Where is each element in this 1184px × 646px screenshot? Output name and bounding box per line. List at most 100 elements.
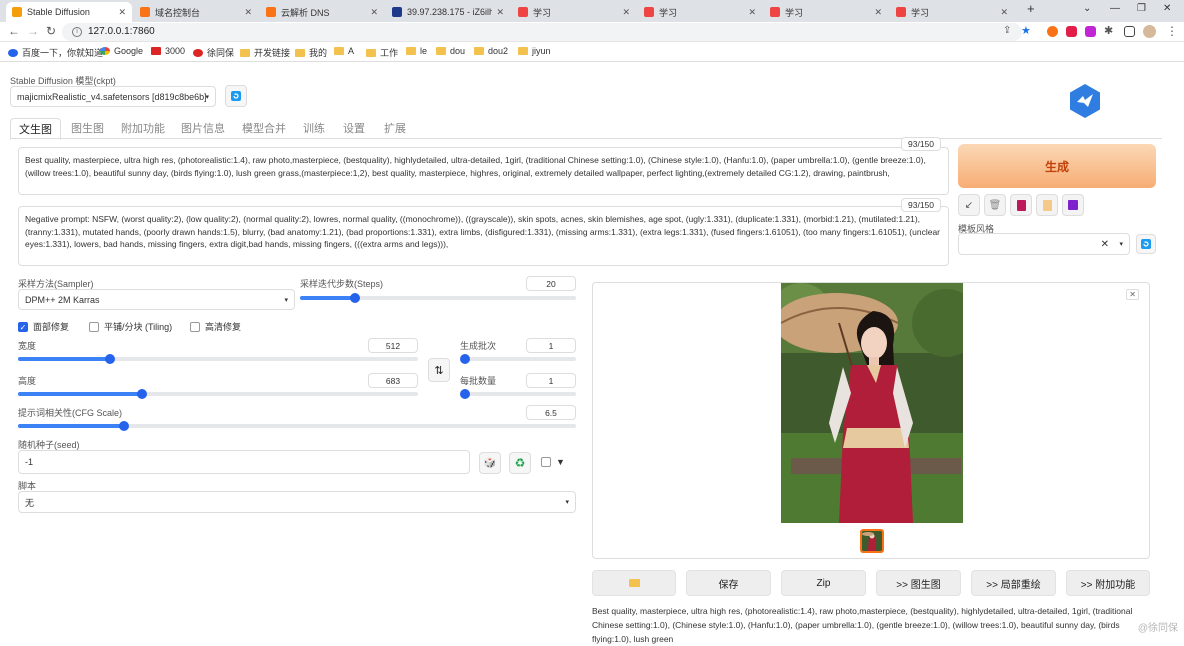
close-tab-icon[interactable]: ✕ bbox=[496, 7, 504, 18]
close-tab-icon[interactable]: ✕ bbox=[874, 7, 882, 18]
extra-seed-checkbox[interactable]: ▼ bbox=[541, 457, 565, 467]
seed-input[interactable]: -1 bbox=[18, 450, 470, 474]
close-window-icon[interactable]: ✕ bbox=[1163, 3, 1171, 14]
reuse-seed-button[interactable]: ♻ bbox=[509, 452, 531, 474]
side-panel-icon[interactable] bbox=[1124, 26, 1135, 37]
close-tab-icon[interactable]: ✕ bbox=[622, 7, 630, 18]
negative-prompt-textarea[interactable]: Negative prompt: NSFW, (worst quality:2)… bbox=[18, 206, 949, 266]
clear-x-icon[interactable]: ✕ bbox=[1101, 239, 1109, 250]
close-tab-icon[interactable]: ✕ bbox=[370, 7, 378, 18]
sampler-select[interactable]: DPM++ 2M Karras ▾ bbox=[18, 289, 295, 310]
bookmark-star-icon[interactable]: ★ bbox=[1021, 24, 1031, 37]
extension-icon[interactable] bbox=[1047, 26, 1058, 37]
tab-extras[interactable]: 附加功能 bbox=[121, 120, 165, 136]
tab-settings[interactable]: 设置 bbox=[343, 120, 365, 136]
steps-slider[interactable] bbox=[300, 293, 576, 303]
share-icon[interactable]: ⇪ bbox=[1003, 25, 1011, 36]
browser-tab[interactable]: 域名控制台 ✕ bbox=[134, 2, 258, 22]
close-tab-icon[interactable]: ✕ bbox=[748, 7, 756, 18]
bookmark-item[interactable]: 3000 bbox=[151, 46, 185, 56]
bookmark-folder[interactable]: 工作 bbox=[366, 46, 398, 59]
browser-tab[interactable]: 学习 ✕ bbox=[638, 2, 762, 22]
generated-image[interactable] bbox=[781, 283, 963, 523]
bookmark-folder[interactable]: A bbox=[334, 46, 354, 56]
restore-faces-checkbox[interactable]: ✓ 面部修复 bbox=[18, 320, 69, 333]
bookmark-folder[interactable]: jiyun bbox=[518, 46, 551, 56]
open-folder-button[interactable] bbox=[592, 570, 676, 596]
cfg-slider[interactable] bbox=[18, 421, 576, 431]
height-input[interactable]: 683 bbox=[368, 373, 418, 388]
browser-tab[interactable]: Stable Diffusion ✕ bbox=[6, 2, 132, 22]
send-to-inpaint-button[interactable]: >> 局部重绘 bbox=[971, 570, 1056, 596]
tab-txt2img[interactable]: 文生图 bbox=[10, 118, 61, 140]
slider-handle[interactable] bbox=[460, 354, 470, 364]
send-to-img2img-button[interactable]: >> 图生图 bbox=[876, 570, 961, 596]
model-select[interactable]: majicmixRealistic_v4.safetensors [d819c8… bbox=[10, 86, 216, 107]
minimize-icon[interactable]: — bbox=[1110, 3, 1120, 14]
bookmark-item[interactable]: 徐同保 bbox=[193, 46, 234, 59]
close-x-icon[interactable]: ✕ bbox=[1126, 289, 1139, 300]
tab-checkpoint-merger[interactable]: 模型合并 bbox=[242, 120, 286, 136]
steps-input[interactable]: 20 bbox=[526, 276, 576, 291]
generate-button[interactable]: 生成 bbox=[958, 144, 1156, 188]
browser-tab[interactable]: 云解析 DNS ✕ bbox=[260, 2, 384, 22]
save-style-button[interactable] bbox=[1062, 194, 1084, 216]
browser-menu-icon[interactable]: ⋮ bbox=[1166, 24, 1178, 38]
prompt-textarea[interactable]: Best quality, masterpiece, ultra high re… bbox=[18, 147, 949, 195]
bookmark-folder[interactable]: dou bbox=[436, 46, 465, 56]
height-slider[interactable] bbox=[18, 389, 418, 399]
slider-handle[interactable] bbox=[350, 293, 361, 303]
refresh-model-button[interactable] bbox=[225, 85, 247, 107]
slider-handle[interactable] bbox=[137, 389, 147, 399]
maximize-icon[interactable]: ❐ bbox=[1137, 3, 1146, 14]
slider-handle[interactable] bbox=[119, 421, 130, 431]
batch-count-input[interactable]: 1 bbox=[526, 338, 576, 353]
tab-png-info[interactable]: 图片信息 bbox=[181, 120, 225, 136]
swap-dimensions-button[interactable]: ⇅ bbox=[428, 358, 450, 382]
apply-style-button[interactable] bbox=[1036, 194, 1058, 216]
tab-extensions[interactable]: 扩展 bbox=[384, 120, 406, 136]
tab-img2img[interactable]: 图生图 bbox=[71, 120, 104, 136]
width-slider[interactable] bbox=[18, 354, 418, 364]
batch-size-input[interactable]: 1 bbox=[526, 373, 576, 388]
back-arrow-icon[interactable]: ← bbox=[8, 24, 20, 38]
browser-tab[interactable]: 学习 ✕ bbox=[890, 2, 1014, 22]
zip-button[interactable]: Zip bbox=[781, 570, 866, 596]
show-extra-networks-button[interactable] bbox=[1010, 194, 1032, 216]
width-input[interactable]: 512 bbox=[368, 338, 418, 353]
batch-size-slider[interactable] bbox=[460, 389, 576, 399]
batch-count-slider[interactable] bbox=[460, 354, 576, 364]
style-select[interactable]: ✕ ▾ bbox=[958, 233, 1130, 255]
site-info-icon[interactable]: i bbox=[72, 27, 82, 37]
browser-tab[interactable]: 学习 ✕ bbox=[764, 2, 888, 22]
close-tab-icon[interactable]: ✕ bbox=[118, 7, 126, 18]
close-tab-icon[interactable]: ✕ bbox=[244, 7, 252, 18]
clear-prompt-button[interactable]: 🗑 bbox=[984, 194, 1006, 216]
tab-search-chevron-icon[interactable]: ⌄ bbox=[1083, 3, 1091, 14]
bookmark-item[interactable]: 百度一下，你就知道 bbox=[8, 46, 103, 59]
hires-fix-checkbox[interactable]: 高清修复 bbox=[190, 320, 241, 333]
url-input[interactable]: i 127.0.0.1:7860 bbox=[62, 23, 1022, 41]
browser-tab[interactable]: 39.97.238.175 - iZ6ilh61 ✕ bbox=[386, 2, 510, 22]
bookmark-folder[interactable]: le bbox=[406, 46, 427, 56]
extension-icon[interactable] bbox=[1085, 26, 1096, 37]
bookmark-folder[interactable]: 我的 bbox=[295, 46, 327, 59]
slider-handle[interactable] bbox=[105, 354, 115, 364]
extensions-puzzle-icon[interactable]: ✱ bbox=[1104, 24, 1113, 37]
send-to-extras-button[interactable]: >> 附加功能 bbox=[1066, 570, 1150, 596]
new-tab-plus-icon[interactable]: + bbox=[1027, 1, 1035, 16]
script-select[interactable]: 无 ▾ bbox=[18, 491, 576, 513]
random-seed-button[interactable]: 🎲 bbox=[479, 452, 501, 474]
bookmark-item[interactable]: Google bbox=[100, 46, 143, 56]
gallery-thumbnail[interactable] bbox=[860, 529, 884, 553]
cfg-input[interactable]: 6.5 bbox=[526, 405, 576, 420]
bookmark-folder[interactable]: 开发链接 bbox=[240, 46, 290, 59]
bookmark-folder[interactable]: dou2 bbox=[474, 46, 508, 56]
extension-icon[interactable] bbox=[1066, 26, 1077, 37]
browser-tab[interactable]: 学习 ✕ bbox=[512, 2, 636, 22]
slider-handle[interactable] bbox=[460, 389, 470, 399]
tab-train[interactable]: 训练 bbox=[303, 120, 325, 136]
save-button[interactable]: 保存 bbox=[686, 570, 771, 596]
profile-avatar[interactable] bbox=[1143, 25, 1156, 38]
forward-arrow-icon[interactable]: → bbox=[27, 24, 39, 38]
